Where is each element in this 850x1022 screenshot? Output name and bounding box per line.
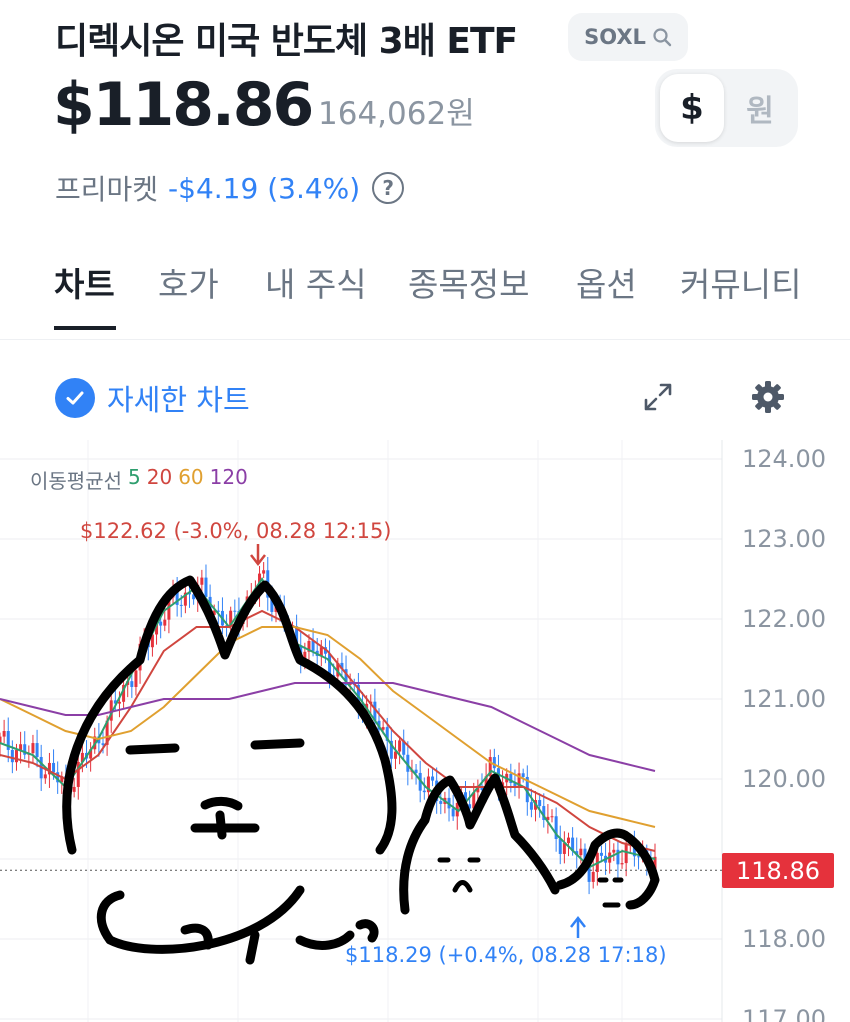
- premarket-label: 프리마켓: [55, 173, 159, 206]
- ma-legend-20: 20: [146, 465, 173, 489]
- ma-line-60: [0, 626, 656, 828]
- candle-body: [620, 863, 624, 865]
- ma-legend-title: 이동평균선: [30, 469, 122, 493]
- candle-body: [422, 790, 426, 793]
- candle-body: [550, 816, 554, 818]
- candle-body: [451, 808, 455, 817]
- ma-legend-60: 60: [178, 465, 204, 489]
- check-circle-icon: [55, 378, 95, 418]
- tab-chart[interactable]: 차트: [54, 258, 115, 306]
- candle-body: [200, 577, 204, 585]
- stock-title: 디렉시온 미국 반도체 3배 ETF: [55, 21, 518, 62]
- candle-body: [566, 837, 570, 844]
- candle-body: [130, 681, 134, 687]
- candle-body: [159, 621, 163, 626]
- currency-krw-button[interactable]: 원: [728, 74, 792, 142]
- candle-body: [538, 800, 542, 807]
- candle-body: [637, 856, 641, 858]
- candle-body: [72, 786, 76, 792]
- candle-body: [14, 750, 18, 763]
- candle-body: [134, 670, 138, 687]
- ticker-label: SOXL: [584, 25, 646, 49]
- candle-body: [179, 604, 183, 606]
- cat-doodle-details: [437, 857, 624, 908]
- expand-icon[interactable]: [641, 380, 675, 414]
- low-annotation: $118.29 (+0.4%, 08.28 17:18): [345, 943, 667, 967]
- tab-bar: 차트 호가 내 주식 종목정보 옵션 커뮤니티: [0, 258, 850, 338]
- y-tick-label: 118.00: [742, 925, 826, 953]
- candle-body: [117, 701, 121, 704]
- candle-body: [612, 849, 616, 853]
- y-tick-label: 124.00: [742, 445, 826, 473]
- candle-body: [262, 570, 266, 574]
- ma-line-120: [0, 682, 656, 772]
- candle-body: [101, 743, 105, 745]
- ma-legend: 이동평균선 5 20 60 120: [30, 465, 248, 494]
- ma-line-20: [0, 609, 656, 852]
- premarket-row: 프리마켓 -$4.19 (3.4%) ?: [55, 168, 405, 208]
- low-arrow-icon: [570, 915, 586, 938]
- price-krw: 164,062원: [318, 96, 475, 132]
- candle-body: [521, 773, 525, 777]
- y-tick-label: 117.00: [742, 1005, 826, 1022]
- ma-legend-120: 120: [209, 465, 248, 489]
- candle-body: [233, 610, 237, 612]
- tab-options[interactable]: 옵션: [576, 258, 637, 306]
- ma-legend-5: 5: [128, 465, 141, 489]
- candle-body: [163, 619, 167, 626]
- candle-body: [529, 802, 533, 810]
- tab-my-stock[interactable]: 내 주식: [265, 258, 367, 306]
- candle-body: [431, 776, 435, 781]
- y-axis-ticks: 124.00 123.00 122.00 121.00 120.00 118.00 117.…: [742, 445, 826, 1022]
- price-chart[interactable]: 124.00 123.00 122.00 121.00 120.00 118.00 117.…: [0, 440, 850, 1022]
- active-tab-indicator: [54, 326, 116, 330]
- candle-body: [398, 740, 402, 752]
- y-tick-label: 120.00: [742, 765, 826, 793]
- y-tick-label: 123.00: [742, 525, 826, 553]
- y-tick-label: 122.00: [742, 605, 826, 633]
- tab-stock-info[interactable]: 종목정보: [408, 258, 529, 306]
- currency-usd-button[interactable]: $: [660, 74, 724, 142]
- tab-divider: [0, 339, 850, 340]
- detail-chart-label: 자세한 차트: [107, 383, 250, 417]
- search-icon: [653, 28, 672, 47]
- high-arrow-icon: [250, 544, 266, 567]
- price-usd: $118.86: [53, 70, 314, 140]
- cat-doodle-drawing: [62, 575, 660, 965]
- candle-body: [579, 848, 583, 856]
- tab-community[interactable]: 커뮤니티: [680, 258, 801, 306]
- y-tick-label: 121.00: [742, 685, 826, 713]
- candle-body: [624, 844, 628, 864]
- candle-body: [52, 762, 56, 773]
- candles: [0, 557, 657, 895]
- current-price-badge: 118.86: [722, 853, 834, 888]
- candle-body: [10, 749, 14, 763]
- gear-icon[interactable]: [750, 379, 786, 415]
- candle-body: [439, 801, 443, 804]
- help-icon[interactable]: ?: [372, 172, 405, 204]
- high-annotation: $122.62 (-3.0%, 08.28 12:15): [80, 519, 392, 543]
- candle-body: [591, 871, 595, 882]
- candle-body: [2, 731, 6, 737]
- candle-body: [492, 757, 496, 769]
- candle-body: [558, 838, 562, 854]
- candle-body: [35, 743, 39, 757]
- candle-body: [599, 852, 603, 856]
- candle-body: [31, 743, 35, 754]
- candle-body: [311, 640, 315, 651]
- candle-body: [43, 774, 47, 779]
- premarket-change: -$4.19 (3.4%): [168, 171, 361, 205]
- detail-chart-toggle[interactable]: 자세한 차트: [55, 377, 250, 419]
- ticker-search-chip[interactable]: SOXL: [568, 13, 688, 61]
- tab-orderbook[interactable]: 호가: [158, 258, 219, 306]
- candle-body: [0, 736, 2, 743]
- candle-body: [204, 577, 208, 597]
